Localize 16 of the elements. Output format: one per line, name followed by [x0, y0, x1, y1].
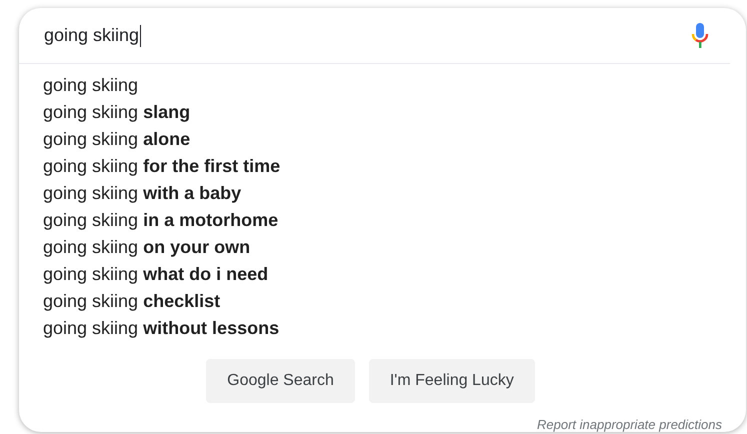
report-link[interactable]: Report inappropriate predictions — [537, 417, 722, 432]
suggestion-item[interactable]: going skiing checklist — [43, 288, 746, 315]
suggestion-item[interactable]: going skiing without lessons — [43, 315, 746, 342]
suggestion-item[interactable]: going skiing what do i need — [43, 261, 746, 288]
microphone-icon[interactable] — [690, 22, 710, 50]
suggestion-item[interactable]: going skiing with a baby — [43, 180, 746, 207]
suggestion-item[interactable]: going skiing for the first time — [43, 153, 746, 180]
suggestion-item[interactable]: going skiing alone — [43, 126, 746, 153]
text-cursor — [140, 24, 142, 46]
suggestion-item[interactable]: going skiing on your own — [43, 234, 746, 261]
search-field[interactable]: going skiing — [44, 20, 690, 50]
search-button[interactable]: Google Search — [206, 359, 355, 403]
suggestion-item[interactable]: going skiing in a motorhome — [43, 207, 746, 234]
search-button[interactable]: I'm Feeling Lucky — [368, 359, 535, 403]
suggestion-item[interactable]: going skiing slang — [43, 99, 746, 126]
suggestion-item[interactable]: going skiing — [43, 72, 746, 99]
